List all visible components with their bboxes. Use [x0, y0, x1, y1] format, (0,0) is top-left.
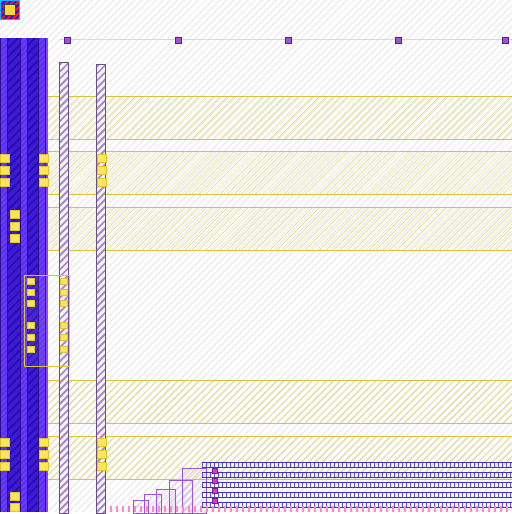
left-pad-5	[39, 166, 49, 175]
magenta-via-4[interactable]	[212, 498, 218, 504]
left-pad-13	[39, 438, 49, 447]
mid-pad-8	[60, 289, 68, 296]
highlight-band-2	[0, 151, 512, 195]
magenta-via-3[interactable]	[212, 488, 218, 494]
mid-pad-2	[27, 289, 35, 296]
bottom-bus-1[interactable]	[202, 462, 512, 468]
rail-pad-4	[97, 438, 107, 447]
mid-pad-10	[60, 322, 68, 329]
top-via-3[interactable]	[285, 37, 292, 44]
rail-pad-2	[97, 166, 107, 175]
layout-thumbnail-icon	[0, 0, 20, 20]
mid-pad-4	[27, 322, 35, 329]
bottom-bus-3[interactable]	[202, 482, 512, 488]
left-pad-14	[39, 450, 49, 459]
left-pad-3	[0, 178, 10, 187]
left-pad-8	[10, 222, 20, 231]
rail-pad-5	[97, 450, 107, 459]
highlight-band-4	[0, 380, 512, 424]
mid-pad-1	[27, 278, 35, 285]
magenta-via-2[interactable]	[212, 478, 218, 484]
left-pad-6	[39, 178, 49, 187]
bottom-bus-4[interactable]	[202, 492, 512, 498]
mid-pad-6	[27, 346, 35, 353]
left-pad-16	[10, 492, 20, 501]
mid-pad-9	[60, 300, 68, 307]
left-pad-1	[0, 154, 10, 163]
mid-pad-11	[60, 334, 68, 341]
mid-pad-3	[27, 300, 35, 307]
left-pad-7	[10, 210, 20, 219]
magenta-via-1[interactable]	[212, 468, 218, 474]
left-pad-9	[10, 234, 20, 243]
top-via-4[interactable]	[395, 37, 402, 44]
left-pad-12	[0, 462, 10, 471]
bottom-bus-2[interactable]	[202, 472, 512, 478]
rail-pad-3	[97, 178, 107, 187]
rail-pad-1	[97, 154, 107, 163]
left-pad-15	[39, 462, 49, 471]
top-via-2[interactable]	[175, 37, 182, 44]
top-via-5[interactable]	[502, 37, 509, 44]
highlight-band-3	[0, 207, 512, 251]
mid-pad-7	[60, 278, 68, 285]
bottom-pink-strip	[110, 506, 512, 512]
left-pad-2	[0, 166, 10, 175]
rail-pad-6	[97, 462, 107, 471]
left-pad-17	[10, 503, 20, 512]
highlight-band-1	[0, 96, 512, 140]
top-via-1[interactable]	[64, 37, 71, 44]
left-pad-10	[0, 438, 10, 447]
left-pad-11	[0, 450, 10, 459]
left-pad-4	[39, 154, 49, 163]
mid-pad-5	[27, 334, 35, 341]
mid-pad-12	[60, 346, 68, 353]
